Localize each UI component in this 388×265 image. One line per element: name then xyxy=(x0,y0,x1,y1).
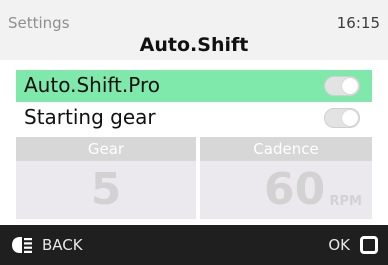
auto-shift-pro-toggle[interactable] xyxy=(324,76,360,96)
ok-button[interactable]: OK xyxy=(328,232,378,258)
back-label: BACK xyxy=(42,236,83,254)
setting-row-starting-gear[interactable]: Starting gear xyxy=(16,102,372,134)
clock: 16:15 xyxy=(336,14,380,32)
square-button-icon xyxy=(360,236,378,254)
gear-tile: Gear 5 xyxy=(16,137,196,219)
setting-label: Auto.Shift.Pro xyxy=(24,73,160,97)
cadence-tile: Cadence 60 RPM xyxy=(200,137,372,219)
back-lamp-icon xyxy=(12,237,32,253)
cadence-unit: RPM xyxy=(329,194,362,209)
toggle-knob xyxy=(342,78,358,94)
footer-bar: BACK OK xyxy=(0,225,388,265)
gear-caption: Gear xyxy=(16,137,196,161)
toggle-knob xyxy=(342,110,358,126)
setting-row-auto-shift-pro[interactable]: Auto.Shift.Pro xyxy=(16,70,372,102)
page-title: Auto.Shift xyxy=(139,34,249,56)
screen: Settings 16:15 Auto.Shift Auto.Shift.Pro… xyxy=(0,0,388,265)
cadence-caption: Cadence xyxy=(200,137,372,161)
header: Settings 16:15 Auto.Shift xyxy=(0,0,388,60)
settings-list: Auto.Shift.Pro Starting gear xyxy=(16,70,372,134)
back-button[interactable]: BACK xyxy=(10,232,83,258)
value-tiles: Gear 5 Cadence 60 RPM xyxy=(16,137,372,219)
setting-label: Starting gear xyxy=(24,105,156,129)
ok-label: OK xyxy=(328,236,350,254)
starting-gear-toggle[interactable] xyxy=(324,108,360,128)
gear-value: 5 xyxy=(90,164,122,215)
settings-breadcrumb: Settings xyxy=(8,14,70,32)
